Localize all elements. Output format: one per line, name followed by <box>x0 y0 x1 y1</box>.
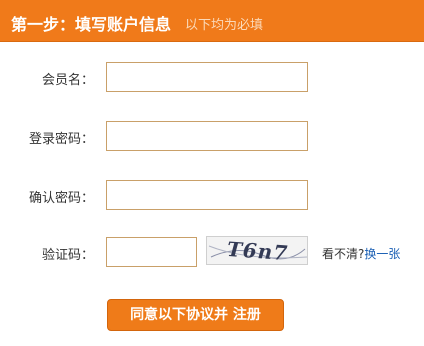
password-label: 登录密码： <box>28 132 94 147</box>
password-input[interactable] <box>106 121 308 151</box>
agree-and-register-button[interactable]: 同意以下协议并 注册 <box>107 299 284 331</box>
username-label: 会员名： <box>41 73 94 88</box>
confirm-password-label: 确认密码： <box>28 191 94 206</box>
captcha-refresh-link[interactable]: 换一张 <box>364 247 400 261</box>
captcha-input[interactable] <box>106 237 197 267</box>
confirm-password-input[interactable] <box>106 180 308 210</box>
step-header: 第一步：填写账户信息 以下均为必填 <box>0 0 424 42</box>
captcha-hint-question: 看不清? <box>322 247 365 261</box>
captcha-label: 验证码： <box>41 248 94 263</box>
required-note: 以下均为必填 <box>185 18 264 33</box>
step-title: 第一步：填写账户信息 <box>11 15 172 34</box>
captcha-text: T6n7 <box>226 236 290 265</box>
username-input[interactable] <box>106 62 308 92</box>
captcha-hint: 看不清?换一张 <box>322 245 400 262</box>
captcha-image[interactable]: T6n7 <box>206 236 308 265</box>
